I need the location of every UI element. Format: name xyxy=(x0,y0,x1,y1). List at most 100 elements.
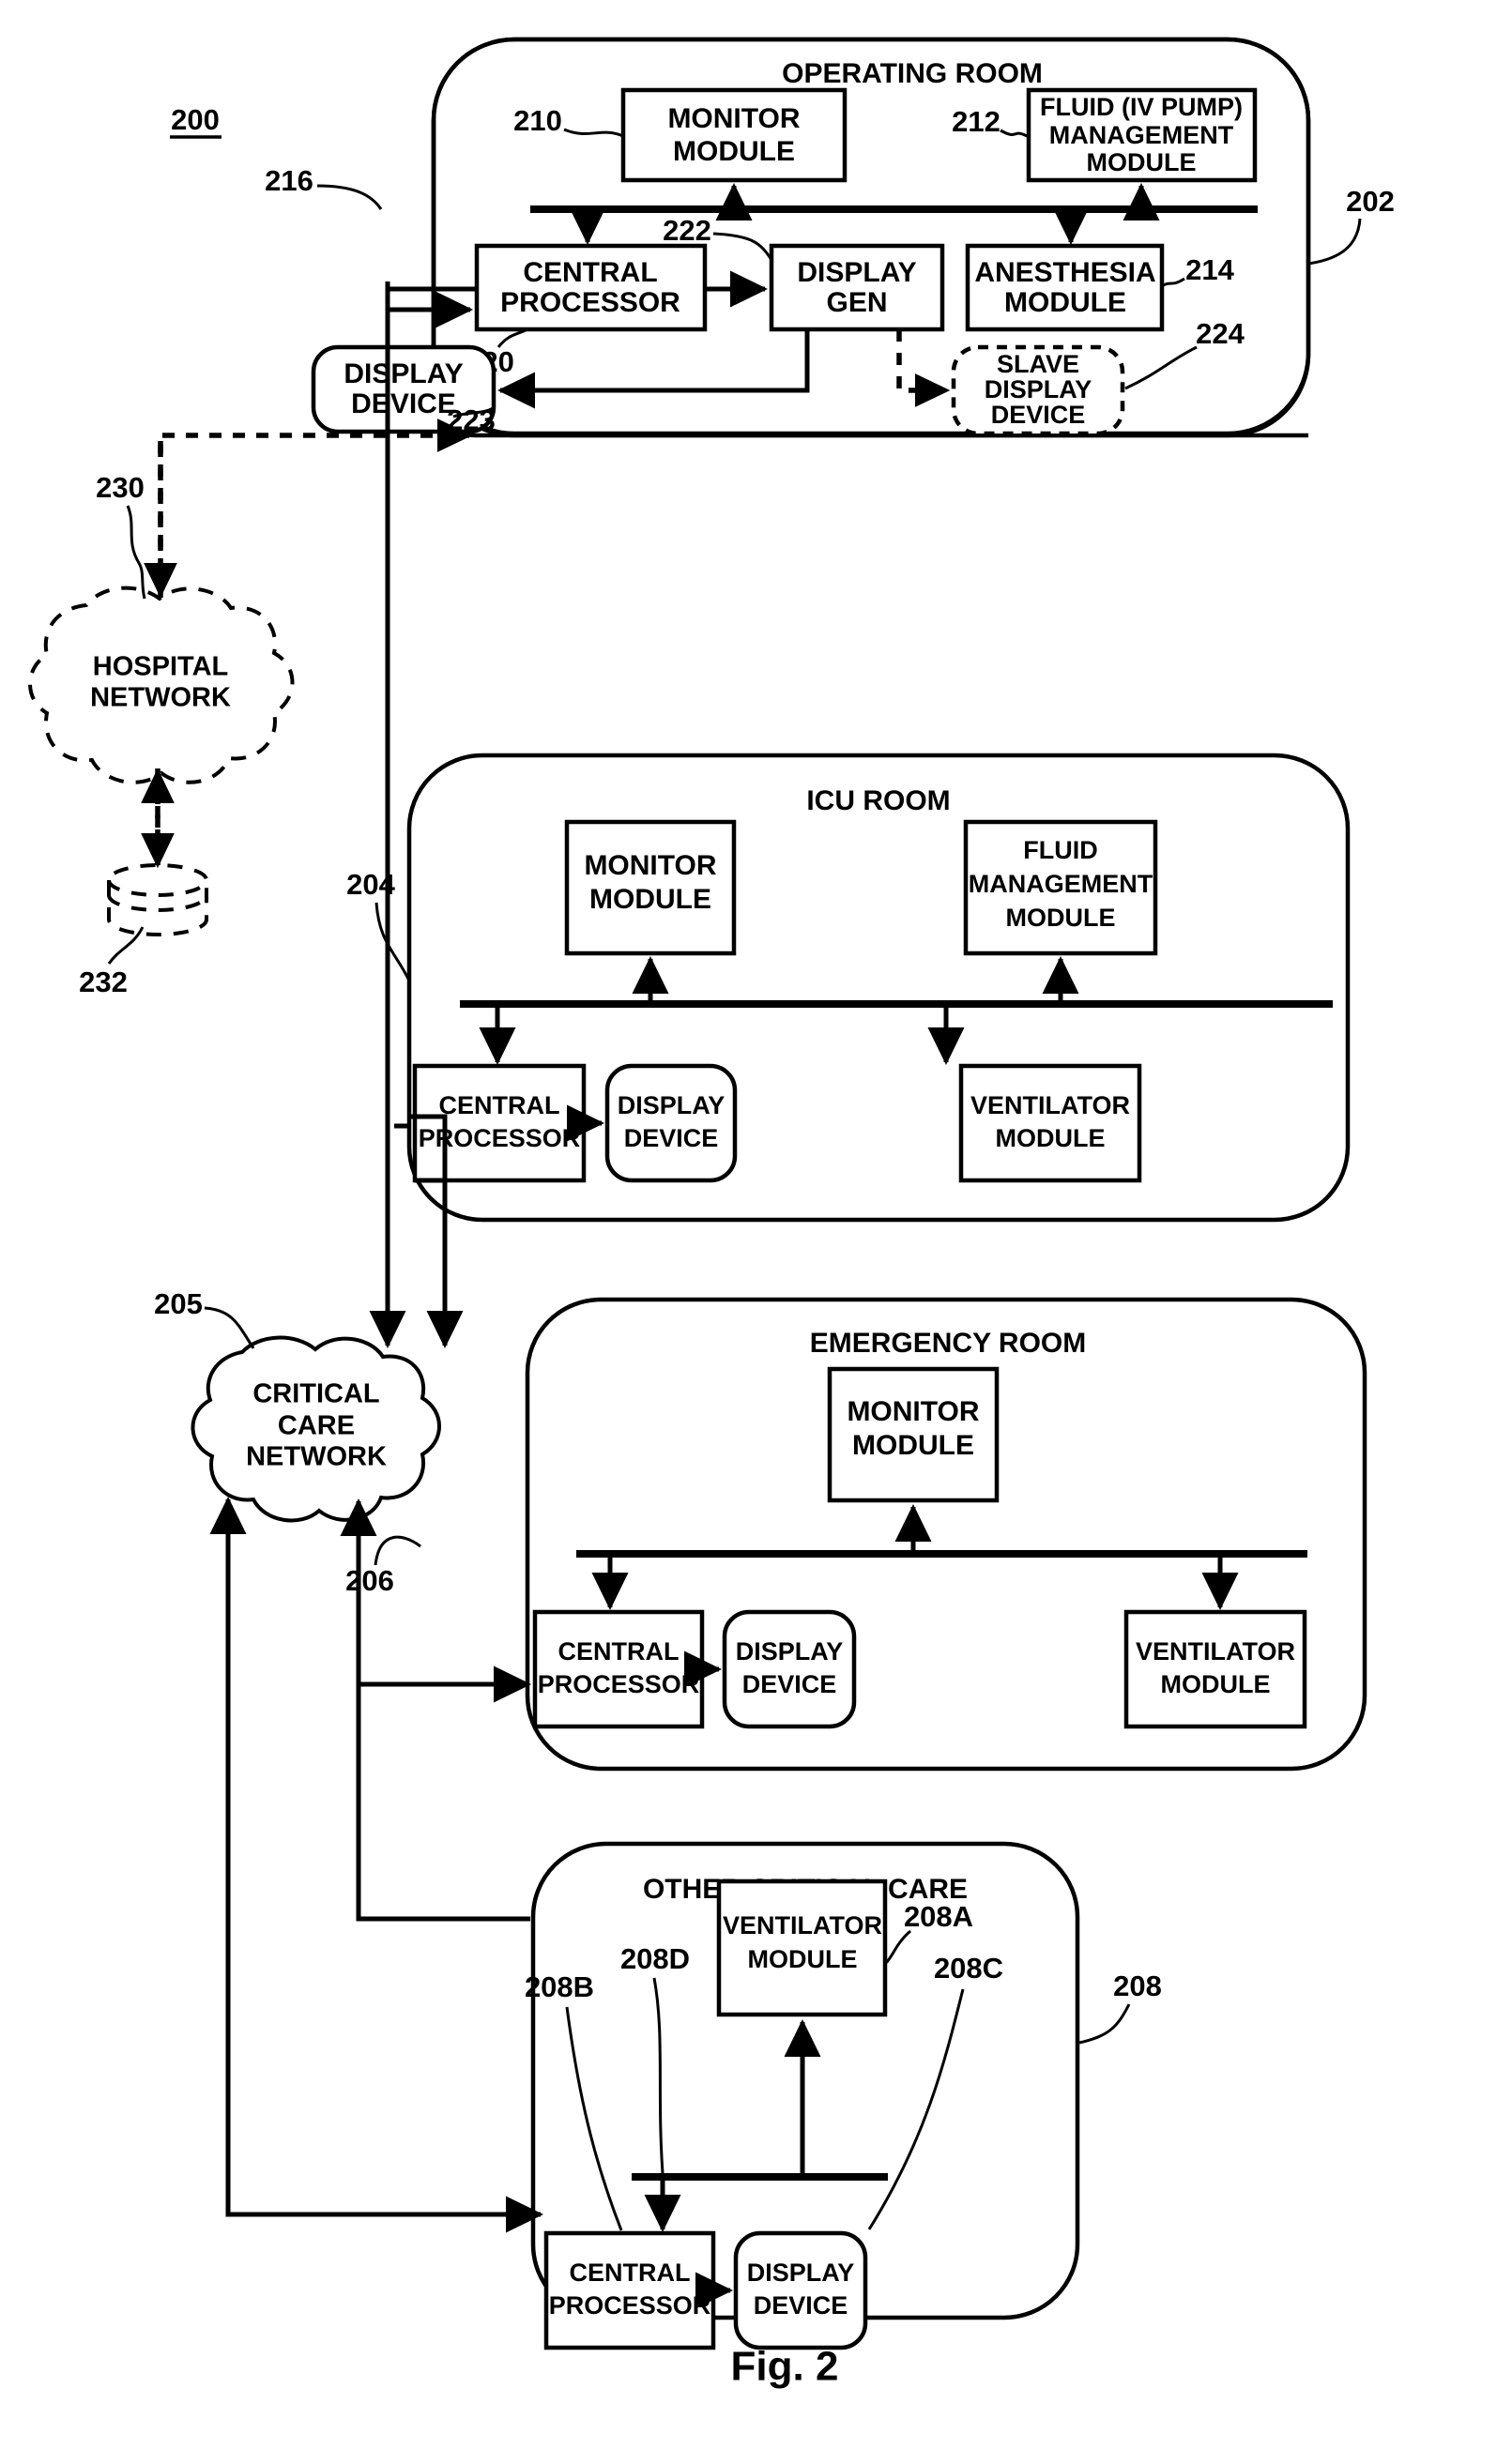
or-cpu-line1: CENTRAL xyxy=(523,257,657,288)
ref-205-leader xyxy=(204,1306,255,1349)
occ-ventilator-line1: VENTILATOR xyxy=(723,1911,882,1939)
icu-fluid-line1: FLUID xyxy=(1023,836,1097,864)
or-anesthesia-line1: ANESTHESIA xyxy=(974,257,1155,288)
er-monitor-line1: MONITOR xyxy=(847,1396,979,1427)
icu-fluid-line2: MANAGEMENT xyxy=(969,870,1153,898)
emergency-room-title: EMERGENCY ROOM xyxy=(810,1328,1086,1359)
or-monitor-module-label-line2: MODULE xyxy=(673,136,795,167)
ref-205: 205 xyxy=(154,1287,203,1320)
er-ventilator-module-box[interactable] xyxy=(1123,1609,1307,1729)
ref-208: 208 xyxy=(1113,1970,1162,2002)
ref-223: 223 xyxy=(447,403,496,436)
hospital-network-group[interactable]: HOSPITAL NETWORK 230 232 xyxy=(28,418,473,998)
ref-222: 222 xyxy=(663,214,711,247)
er-ventilator-line1: VENTILATOR xyxy=(1136,1637,1295,1665)
hospital-network-to-or-cpu xyxy=(158,418,473,598)
ref-214: 214 xyxy=(1185,253,1234,286)
icu-cpu-line1: CENTRAL xyxy=(439,1091,560,1119)
occ-display-device-box[interactable] xyxy=(733,2230,868,2350)
ccn-line2: CARE xyxy=(278,1411,355,1441)
icu-ventilator-line1: VENTILATOR xyxy=(970,1091,1130,1119)
database-cylinder[interactable] xyxy=(106,863,209,936)
occ-cpu-line1: CENTRAL xyxy=(570,2259,691,2287)
occ-display-line1: DISPLAY xyxy=(747,2259,855,2287)
figure-caption: Fig. 2 xyxy=(731,2344,839,2390)
ref-208D: 208D xyxy=(620,1942,690,1975)
er-display-line2: DEVICE xyxy=(742,1670,837,1698)
or-slave-display-line3: DEVICE xyxy=(991,401,1086,429)
ref-206: 206 xyxy=(345,1564,394,1597)
er-display-line1: DISPLAY xyxy=(736,1637,844,1665)
critical-care-network-group[interactable]: CRITICAL CARE NETWORK 205 xyxy=(154,281,543,2233)
ref-208C: 208C xyxy=(934,1952,1003,1985)
or-slave-display-line1: SLAVE xyxy=(997,350,1079,378)
icu-monitor-line1: MONITOR xyxy=(584,850,716,881)
ref-204-leader xyxy=(374,902,411,981)
ref-216-leader xyxy=(316,184,383,210)
hospital-network-line2: NETWORK xyxy=(90,683,231,713)
ref-206-leader xyxy=(374,1535,421,1566)
room-icu-room[interactable]: ICU ROOM 204 MONITOR MODULE FLUID MANAGE… xyxy=(346,753,1351,1223)
ref-200: 200 xyxy=(171,103,220,136)
icu-ventilator-line2: MODULE xyxy=(996,1124,1106,1152)
ref-208B-leader xyxy=(565,2006,623,2231)
ref-208B: 208B xyxy=(525,1970,594,2003)
icu-monitor-line2: MODULE xyxy=(589,884,711,915)
or-monitor-module-label-line1: MONITOR xyxy=(667,103,800,134)
room-other-critical-care[interactable]: OTHER CRITICAL CARE 208 VENTILATOR MODUL… xyxy=(525,1841,1162,2350)
or-displaygen-to-slave-display xyxy=(896,329,951,407)
or-display-device-line1: DISPLAY xyxy=(344,358,463,389)
icu-central-processor-box[interactable] xyxy=(412,1063,587,1183)
er-display-device-box[interactable] xyxy=(722,1609,857,1729)
ref-230: 230 xyxy=(96,471,145,504)
or-anesthesia-line2: MODULE xyxy=(1004,287,1126,318)
icu-room-title: ICU ROOM xyxy=(806,785,950,816)
or-fluid-module-line3: MODULE xyxy=(1087,148,1197,176)
room-emergency-room[interactable]: EMERGENCY ROOM 206 MONITOR MODULE CENTRA… xyxy=(345,1297,1367,1772)
database-top xyxy=(106,863,209,897)
er-ventilator-line2: MODULE xyxy=(1161,1670,1271,1698)
ref-212-leader xyxy=(1000,129,1030,139)
er-cpu-line2: PROCESSOR xyxy=(538,1670,700,1698)
icu-fluid-line3: MODULE xyxy=(1006,904,1116,932)
patent-figure-page: OPERATING ROOM 200 202 MONITOR MODULE 21… xyxy=(0,0,1497,2464)
ref-210-leader xyxy=(563,128,624,138)
ref-202: 202 xyxy=(1346,185,1395,218)
ref-208-leader xyxy=(1078,2003,1131,2045)
ref-208A-leader xyxy=(884,1929,911,1965)
icu-display-line2: DEVICE xyxy=(624,1124,719,1152)
or-slave-display-line2: DISPLAY xyxy=(985,375,1092,403)
occ-central-processor-box[interactable] xyxy=(543,2230,716,2350)
er-monitor-line2: MODULE xyxy=(852,1430,974,1461)
ref-212: 212 xyxy=(952,105,1001,138)
ref-208D-leader xyxy=(652,1977,664,2174)
ref-224-leader xyxy=(1124,345,1198,390)
or-cpu-line2: PROCESSOR xyxy=(500,287,680,318)
ref-214-leader xyxy=(1161,277,1185,288)
database-ring xyxy=(107,894,208,912)
icu-display-line1: DISPLAY xyxy=(618,1091,726,1119)
ccn-left-to-occ xyxy=(225,1511,543,2233)
ccn-line3: NETWORK xyxy=(246,1442,387,1472)
ref-208A: 208A xyxy=(904,1900,973,1933)
ref-216: 216 xyxy=(265,164,313,197)
ccn-line1: CRITICAL xyxy=(252,1379,379,1409)
room-operating-room[interactable]: OPERATING ROOM 200 202 MONITOR MODULE 21… xyxy=(170,37,1395,438)
ref-230-leader xyxy=(126,505,146,600)
ref-202-leader xyxy=(1307,218,1362,266)
or-displaygen-to-display-device xyxy=(497,329,810,409)
occ-display-line2: DEVICE xyxy=(754,2291,848,2320)
hospital-network-line1: HOSPITAL xyxy=(93,652,228,682)
or-display-gen-line2: GEN xyxy=(826,287,887,318)
operating-room-title: OPERATING ROOM xyxy=(782,58,1043,89)
diagram-canvas: OPERATING ROOM 200 202 MONITOR MODULE 21… xyxy=(28,37,1395,2390)
or-fluid-module-line2: MANAGEMENT xyxy=(1049,121,1234,149)
or-display-device-line2: DEVICE xyxy=(351,388,456,419)
ref-224: 224 xyxy=(1196,317,1245,350)
icu-ventilator-module-box[interactable] xyxy=(958,1063,1142,1183)
er-central-processor-box[interactable] xyxy=(532,1609,705,1729)
ref-222-leader xyxy=(712,232,773,261)
occ-ventilator-line2: MODULE xyxy=(748,1945,858,1973)
ref-220-leader xyxy=(496,327,528,348)
icu-display-device-box[interactable] xyxy=(604,1063,738,1183)
